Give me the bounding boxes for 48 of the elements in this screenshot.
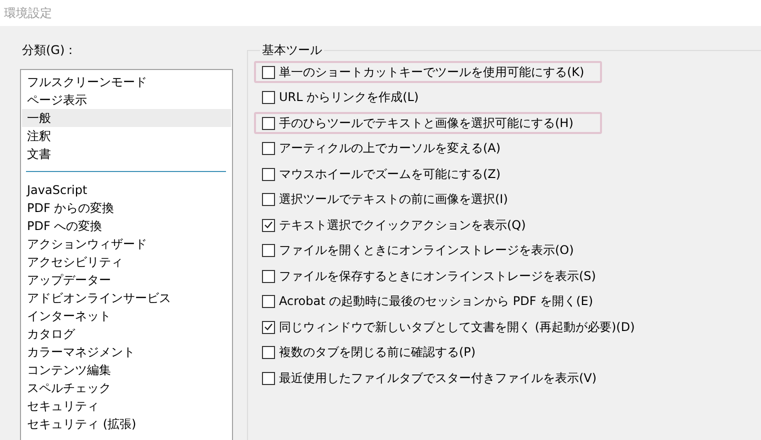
option-label: テキスト選択でクイックアクションを表示(Q) [279, 216, 526, 234]
checkbox[interactable] [262, 372, 275, 384]
category-item[interactable]: コンテンツ編集 [22, 361, 231, 379]
category-item[interactable]: セキュリティ [22, 397, 231, 415]
checkbox[interactable] [262, 270, 275, 282]
checkbox[interactable] [262, 116, 275, 130]
option-label: 最近使用したファイルタブでスター付きファイルを表示(V) [279, 370, 597, 386]
category-item[interactable]: カラーマネジメント [22, 343, 231, 361]
option-label: ファイルを保存するときにオンラインストレージを表示(S) [279, 268, 596, 284]
checkbox[interactable] [262, 346, 275, 359]
category-item[interactable]: セキュリティ (拡張) [22, 415, 231, 433]
option-label: アーティクルの上でカーソルを変える(A) [279, 140, 501, 157]
checkbox[interactable] [262, 66, 275, 78]
option-label: URL からリンクを作成(L) [279, 89, 419, 106]
checkbox[interactable] [262, 168, 275, 180]
option-label: 手のひらツールでテキストと画像を選択可能にする(H) [279, 114, 574, 132]
checkbox[interactable] [262, 320, 275, 334]
option-label: 複数のタブを閉じる前に確認する(P) [279, 344, 476, 361]
category-item[interactable]: 注釈 [22, 127, 231, 145]
category-label: 分類(G)： [22, 42, 78, 59]
category-item[interactable]: カタログ [22, 325, 231, 343]
option-label: 選択ツールでテキストの前に画像を選択(I) [279, 191, 508, 208]
category-item[interactable]: インターネット [22, 307, 231, 325]
category-item[interactable]: PDF からの変換 [22, 199, 231, 217]
option-label: Acrobat の起動時に最後のセッションから PDF を開く(E) [279, 293, 594, 310]
option-label: ファイルを開くときにオンラインストレージを表示(O) [279, 242, 574, 259]
group-title: 基本ツール [261, 42, 323, 59]
category-item[interactable]: アップデーター [22, 271, 231, 289]
checkbox[interactable] [262, 91, 275, 104]
category-item[interactable]: ページ表示 [22, 91, 231, 109]
checkbox[interactable] [262, 244, 275, 257]
option-label: マウスホイールでズームを可能にする(Z) [279, 166, 501, 182]
checkbox[interactable] [262, 142, 275, 155]
category-item[interactable]: JavaScript [22, 181, 231, 199]
category-item[interactable]: スペルチェック [22, 379, 231, 397]
option-label: 単一のショートカットキーでツールを使用可能にする(K) [279, 64, 584, 80]
category-item[interactable]: アクションウィザード [22, 235, 231, 253]
window-title: 環境設定 [4, 4, 52, 22]
category-item[interactable]: アクセシビリティ [22, 253, 231, 271]
option-label: 同じウィンドウで新しいタブとして文書を開く (再起動が必要)(D) [279, 318, 635, 336]
checkbox[interactable] [262, 295, 275, 308]
checkbox[interactable] [262, 218, 275, 232]
category-item[interactable]: フルスクリーンモード [22, 73, 231, 91]
checkbox[interactable] [262, 193, 275, 206]
category-item[interactable]: アドビオンラインサービス [22, 289, 231, 307]
category-item[interactable]: 一般 [22, 109, 231, 127]
category-item[interactable]: PDF への変換 [22, 217, 231, 235]
category-item[interactable]: 文書 [22, 145, 231, 163]
